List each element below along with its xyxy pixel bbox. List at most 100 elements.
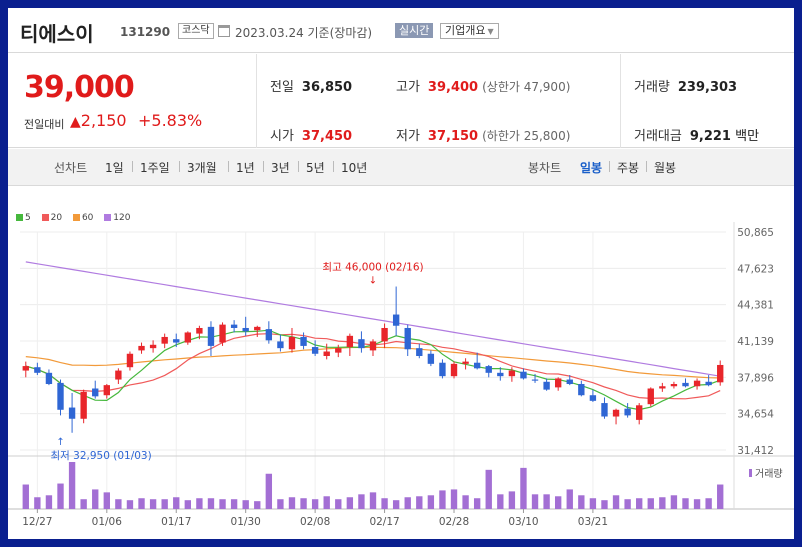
divider [333,161,334,172]
candle-body [450,363,458,377]
prev-close: 전일 36,850 [270,76,352,95]
legend-label: 20 [50,213,63,223]
volume-bar [335,499,342,509]
candle-body [45,372,53,385]
candle-body [670,384,678,387]
candle-body [508,370,516,377]
x-tick-label: 01/06 [92,516,123,528]
candle-body [22,366,29,371]
high-arrow-icon: ↓ [369,276,377,287]
company-overview-dropdown[interactable]: 기업개요 ▼ [440,23,499,39]
legend-swatch [104,214,112,221]
low-arrow-icon: ↑ [56,437,64,448]
candle-body [578,384,585,396]
low-price: 저가 37,150 (하한가 25,800) [396,125,570,144]
volume-bar [693,499,701,509]
tab-1y[interactable]: 1년 [236,159,255,176]
candle-body [682,382,689,387]
low-annotation: 최저 32,950 (01/03) [51,450,152,462]
volume-bar [508,491,516,509]
x-tick-label: 01/17 [161,516,191,528]
volume-bar [520,467,527,509]
tab-3y[interactable]: 3년 [271,159,290,176]
volume-bar [705,498,712,509]
candle-body [265,329,273,341]
volume-bar [207,498,215,509]
divider [132,161,133,172]
tab-10y[interactable]: 10년 [341,159,367,176]
volume-bar [230,499,238,509]
candle-body [311,347,319,354]
tab-5y[interactable]: 5년 [306,159,325,176]
volume-legend-swatch [749,469,752,477]
legend-label: 120 [113,213,131,223]
y-tick-label: 37,896 [737,372,774,384]
volume-bar [103,492,110,509]
y-tick-label: 41,139 [737,336,774,348]
upper-limit: (상한가 47,900) [482,80,571,94]
volume-bar [184,500,192,509]
open-price: 시가 37,450 [270,125,352,144]
candle-body [346,335,354,348]
candle-body [462,361,469,364]
company-overview-label: 기업개요 [445,24,486,37]
up-triangle-icon: ▲ [70,114,81,130]
volume-bar [149,499,157,509]
volume-bar [601,500,608,509]
volume-bar [300,498,307,509]
tab-monthly[interactable]: 월봉 [654,159,676,176]
volume-bar [543,494,550,509]
volume-bar [589,498,597,509]
candle-body [636,405,643,420]
volume-label: 거래량 [755,468,783,480]
chevron-down-icon: ▼ [487,27,494,36]
low-value: 37,150 [427,129,479,144]
volume-bar [265,473,273,509]
candle-body [149,344,157,349]
y-tick-label: 34,654 [737,409,774,421]
tab-1w[interactable]: 1주일 [140,159,170,176]
volume-bar [288,497,296,509]
volume-bar [404,497,411,509]
candlestick-chart: 5 20 60 120 50,865 47,623 44,381 41,139 37,8… [8,186,794,539]
realtime-button[interactable]: 실시간 [395,23,434,38]
chart-canvas: 50,865 47,623 44,381 41,139 37,896 34,654 31,4… [8,222,794,528]
legend-label: 60 [81,213,94,223]
volume-bar [126,500,134,509]
tab-daily[interactable]: 일봉 [580,159,602,176]
candle-chart-label: 봉차트 [528,161,562,175]
tab-3m[interactable]: 3개월 [187,159,217,176]
candle-body [589,395,597,401]
candle-body [358,339,365,349]
volume-value: 239,303 [677,80,738,95]
candle-body [543,381,550,390]
change-label: 전일대비 [24,118,65,131]
candle-body [207,326,215,346]
legend-item-ma120: 120 [104,213,130,223]
volume-bar [682,498,689,509]
trade-amount: 거래대금 9,221 백만 [634,125,759,144]
volume-bar [254,501,261,509]
chart-tabs: 선차트 1일 1주일 3개월 1년 3년 5년 10년 봉차트 일봉 주봉 월봉 [8,149,794,186]
legend-item-ma20: 20 [41,213,63,223]
candle-body [404,327,411,350]
candle-body [196,327,203,334]
candle-body [717,364,724,383]
volume-bar [138,498,145,509]
candle-body [173,339,180,343]
volume-bar [612,495,620,509]
legend-swatch [16,214,23,221]
candle-body [288,336,296,350]
open-label: 시가 [270,129,294,144]
volume-bar [311,499,319,509]
x-tick-label: 12/27 [22,516,52,528]
volume-bar [45,495,53,509]
volume-bar [219,499,226,509]
candle-body [601,403,608,417]
tab-1d[interactable]: 1일 [105,159,124,176]
candle-body [439,362,446,377]
candle-body [624,408,631,416]
tab-weekly[interactable]: 주봉 [617,159,639,176]
volume-bar [392,500,400,509]
candle-body [184,332,192,343]
